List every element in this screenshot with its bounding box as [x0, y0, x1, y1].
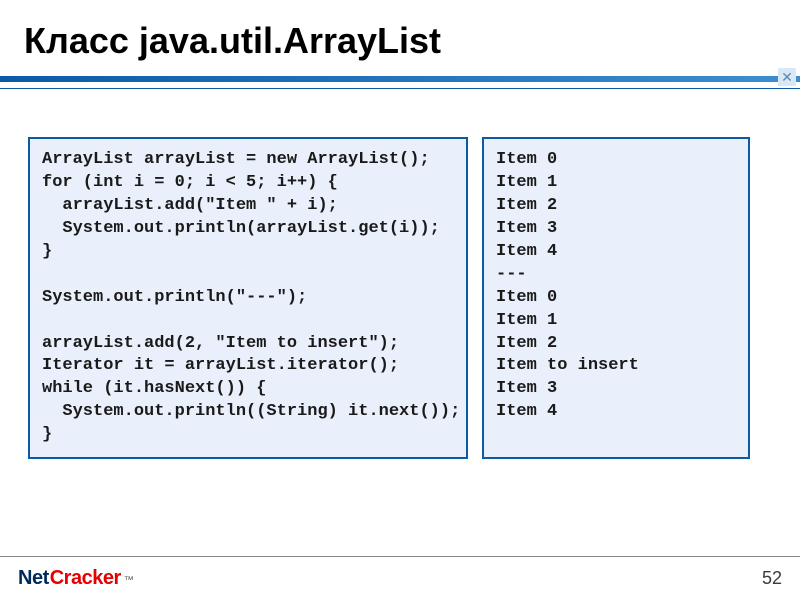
trademark-symbol: ™ — [124, 575, 134, 586]
brand-logo: NetCracker ™ — [18, 567, 134, 590]
slide-footer: NetCracker ™ 52 — [0, 556, 800, 600]
code-block-source: ArrayList arrayList = new ArrayList(); f… — [28, 137, 468, 459]
content-area: ArrayList arrayList = new ArrayList(); f… — [0, 89, 800, 459]
logo-text-net: Net — [18, 567, 49, 590]
code-block-output: Item 0 Item 1 Item 2 Item 3 Item 4 --- I… — [482, 137, 750, 459]
page-number: 52 — [762, 568, 782, 589]
divider-bar — [0, 76, 800, 82]
logo-text-cracker: Cracker — [50, 567, 121, 590]
slide-title: Класс java.util.ArrayList — [0, 0, 800, 76]
